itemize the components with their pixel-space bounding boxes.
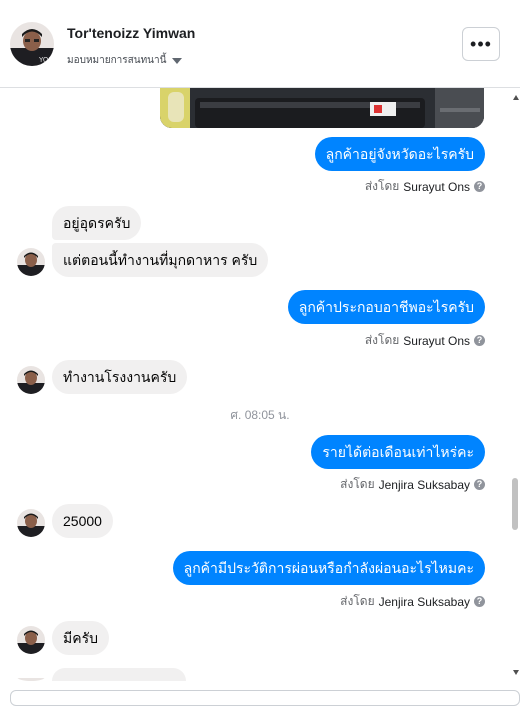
help-icon[interactable]: ? [474,596,485,607]
sent-by-label: ส่งโดย Surayut Ons ? [365,331,485,350]
sender-name[interactable]: Surayut Ons [403,180,470,194]
timestamp-divider: ศ. 08:05 น. [230,408,290,422]
help-icon[interactable]: ? [474,479,485,490]
sender-name[interactable]: Surayut Ons [403,334,470,348]
assign-conversation-dropdown[interactable]: มอบหมายการสนทนานี้ [67,53,183,68]
outgoing-message[interactable]: ลูกค้ามีประวัติการผ่อนหรือกำลังผ่อนอะไรไ… [172,551,485,585]
incoming-message-partial [52,668,186,681]
incoming-message[interactable]: แต่ตอนนี้ทำงานที่มุกดาหาร ครับ [52,243,269,277]
message-composer[interactable] [10,690,520,706]
outgoing-message[interactable]: ลูกค้าอยู่จังหวัดอะไรครับ [314,137,485,171]
scrollbar[interactable] [510,88,520,680]
sent-by-label: ส่งโดย Jenjira Suksabay ? [340,592,485,611]
contact-avatar-small[interactable] [17,366,45,394]
scrollbar-thumb[interactable] [512,478,518,530]
incoming-message[interactable]: ทำงานโรงงานครับ [52,360,188,394]
caret-down-icon [172,57,183,64]
sender-name[interactable]: Jenjira Suksabay [379,595,470,609]
incoming-message[interactable]: 25000 [52,504,113,538]
scroll-up-icon[interactable] [513,95,519,100]
contact-avatar-small[interactable] [17,248,45,276]
sent-by-label: ส่งโดย Surayut Ons ? [365,177,485,196]
outgoing-message[interactable]: ลูกค้าประกอบอาชีพอะไรครับ [287,290,485,324]
contact-avatar-small[interactable] [17,673,45,681]
help-icon[interactable]: ? [474,181,485,192]
contact-avatar-small[interactable] [17,509,45,537]
contact-avatar[interactable]: YOR [10,22,54,66]
outgoing-message[interactable]: รายได้ต่อเดือนเท่าไหร่คะ [311,435,485,469]
sender-name[interactable]: Jenjira Suksabay [379,478,470,492]
photo-attachment[interactable] [160,88,484,128]
sent-by-label: ส่งโดย Jenjira Suksabay ? [340,475,485,494]
incoming-message[interactable]: อยู่อุดรครับ [52,206,142,240]
incoming-message[interactable]: มีครับ [52,621,109,655]
contact-avatar-small[interactable] [17,626,45,654]
assign-label: มอบหมายการสนทนานี้ [67,55,167,66]
help-icon[interactable]: ? [474,335,485,346]
more-options-button[interactable]: ••• [462,27,500,61]
contact-name[interactable]: Tor'tenoizz Yimwan [67,25,195,41]
svg-text:YOR: YOR [38,56,53,64]
conversation-header: YOR Tor'tenoizz Yimwan มอบหมายการสนทนานี… [0,0,520,88]
scroll-down-icon[interactable] [513,670,519,675]
